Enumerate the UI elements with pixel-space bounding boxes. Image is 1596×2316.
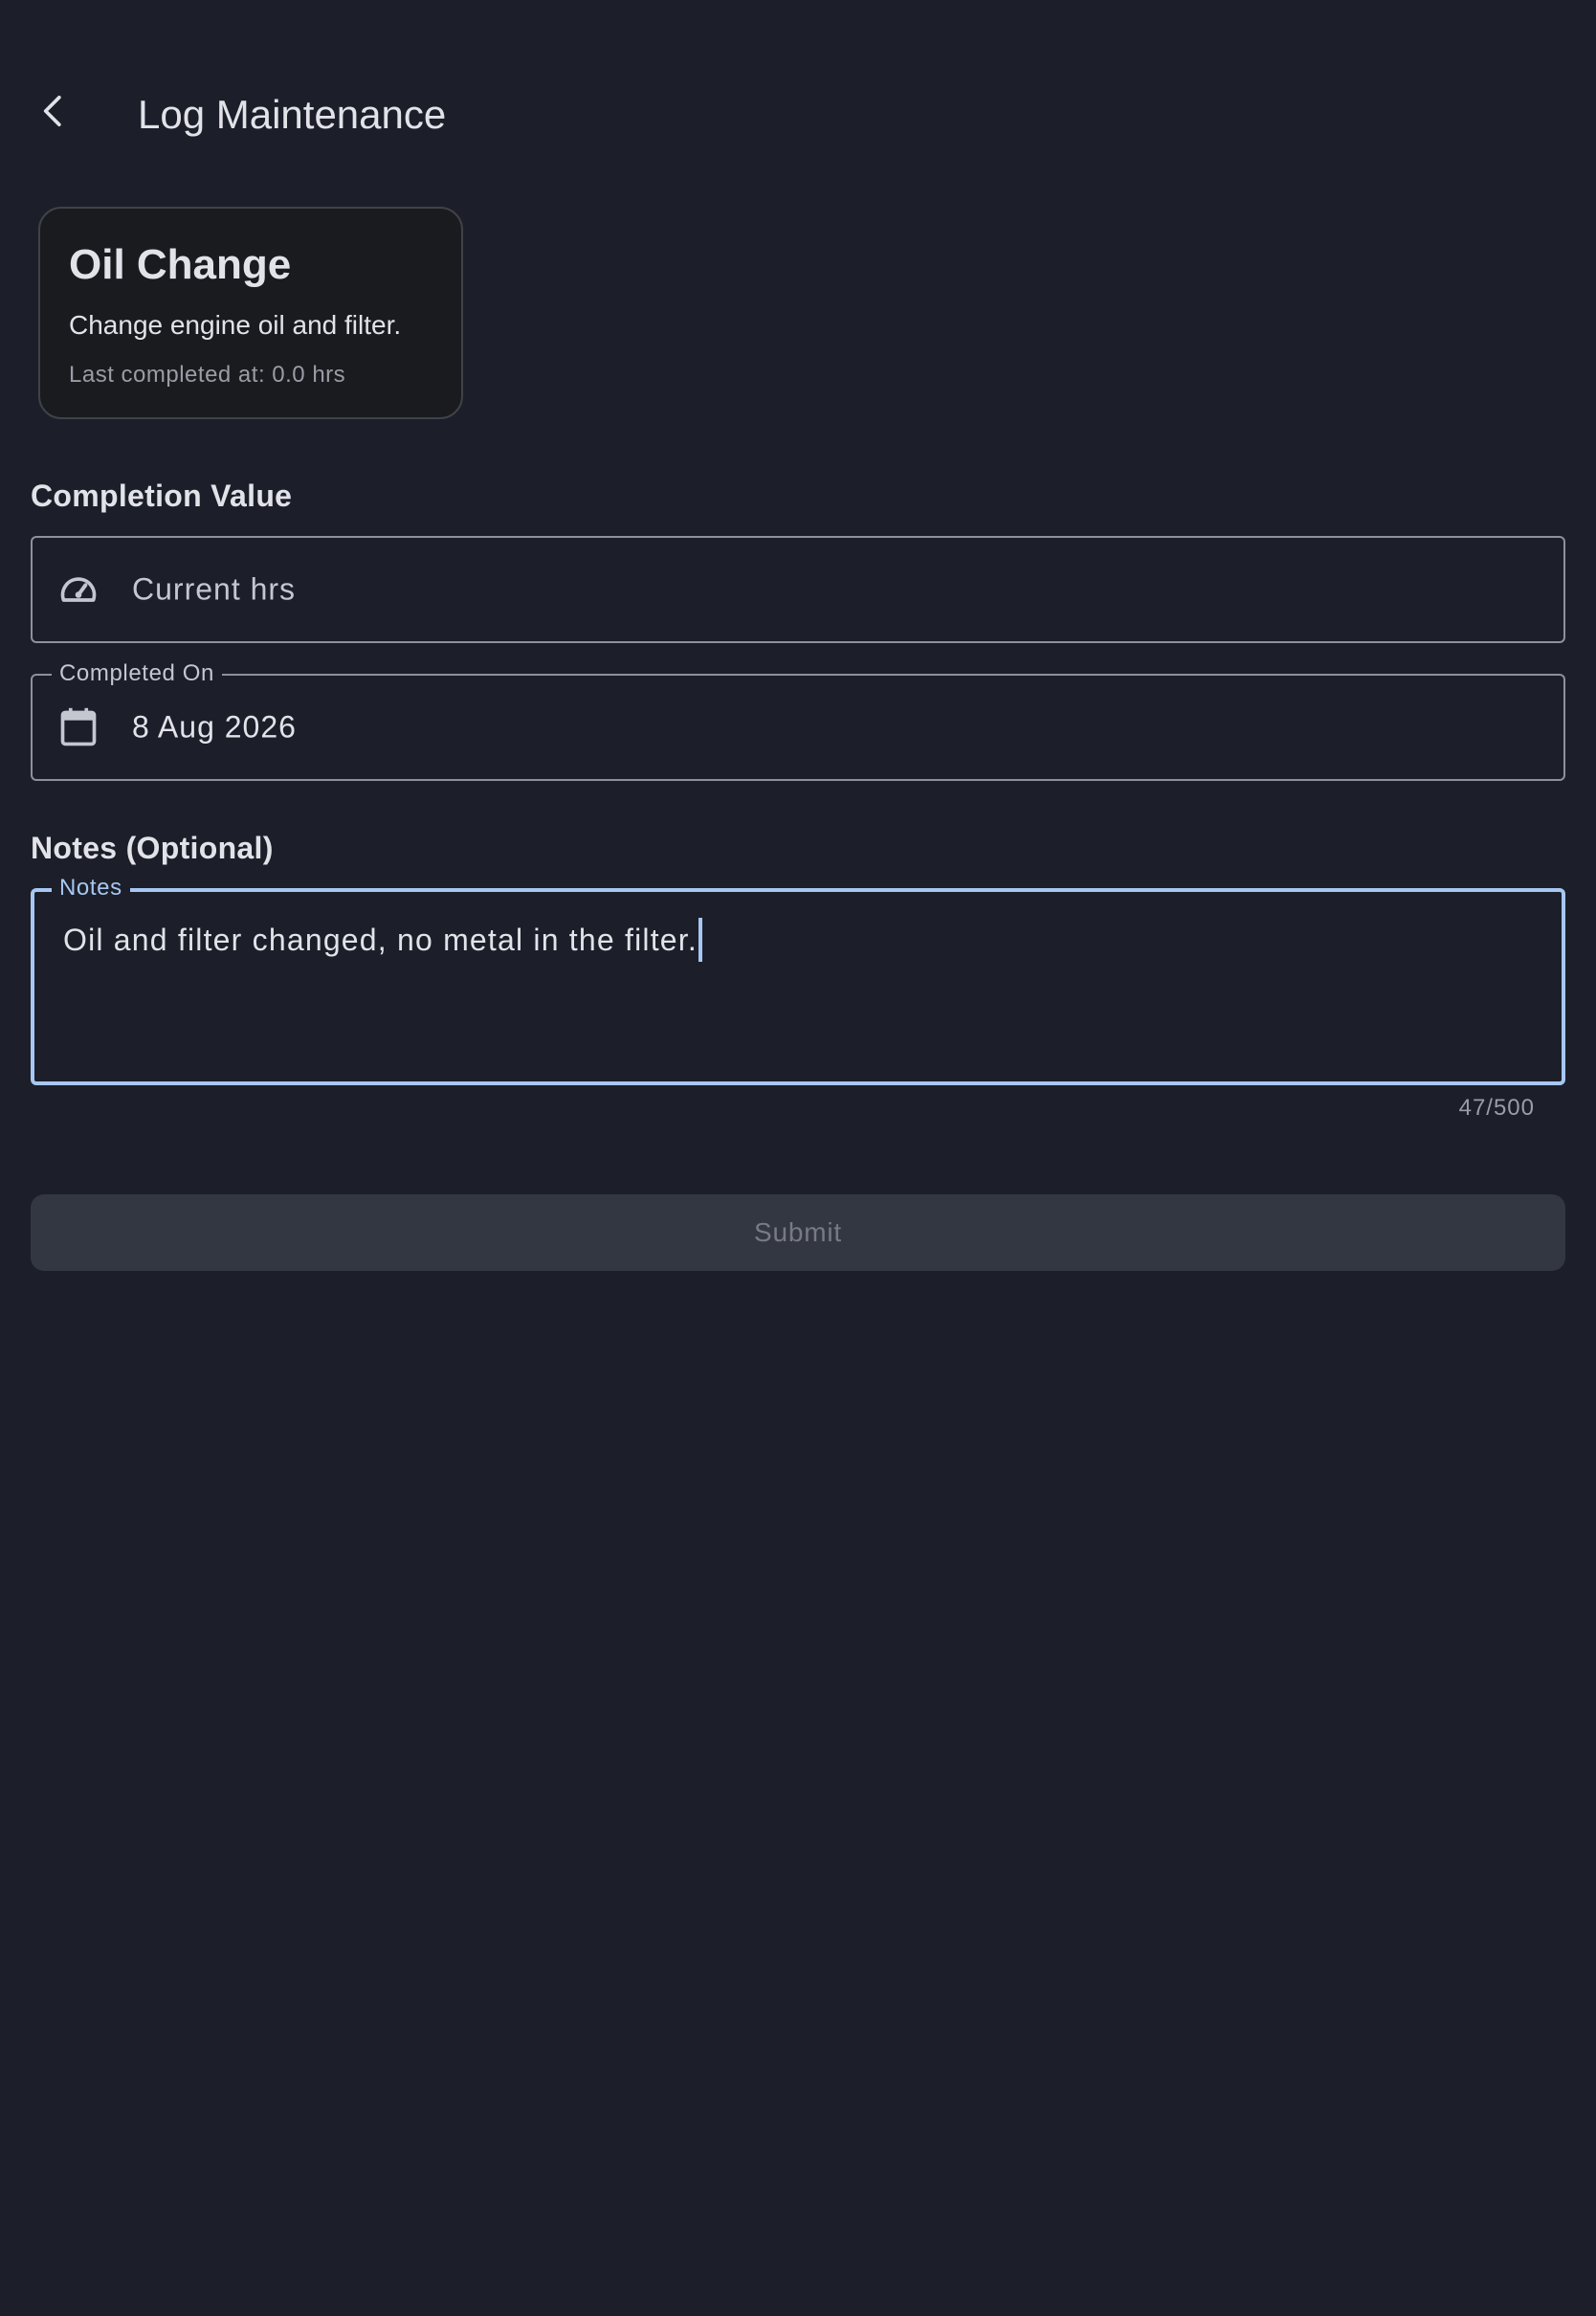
completed-on-label: Completed On [52, 660, 222, 687]
notes-label: Notes [52, 875, 130, 902]
top-app-bar: Log Maintenance [0, 57, 1596, 172]
notes-text: Oil and filter changed, no metal in the … [63, 917, 702, 962]
notes-value: Oil and filter changed, no metal in the … [63, 923, 698, 957]
current-hrs-placeholder: Current hrs [132, 571, 297, 607]
back-button[interactable] [23, 80, 84, 142]
page-title: Log Maintenance [138, 92, 447, 137]
text-caret [698, 917, 702, 962]
character-counter: 47/500 [1458, 1095, 1535, 1121]
task-description: Change engine oil and filter. [69, 310, 402, 340]
submit-button[interactable]: Submit [31, 1194, 1565, 1271]
last-completed-text: Last completed at: 0.0 hrs [69, 362, 346, 388]
notes-section-label: Notes (Optional) [31, 831, 274, 865]
task-card: Oil Change Change engine oil and filter.… [38, 207, 463, 419]
chevron-left-icon [43, 96, 61, 127]
completed-on-field[interactable]: Completed On 8 Aug 2026 [31, 660, 1565, 781]
current-hrs-field[interactable]: Current hrs [31, 536, 1565, 643]
notes-textarea[interactable]: Notes Oil and filter changed, no metal i… [31, 875, 1565, 1085]
speedometer-icon [57, 568, 100, 611]
completed-on-value: 8 Aug 2026 [132, 709, 297, 745]
calendar-icon [57, 706, 100, 748]
completion-value-label: Completion Value [31, 479, 293, 513]
task-title: Oil Change [69, 241, 292, 288]
